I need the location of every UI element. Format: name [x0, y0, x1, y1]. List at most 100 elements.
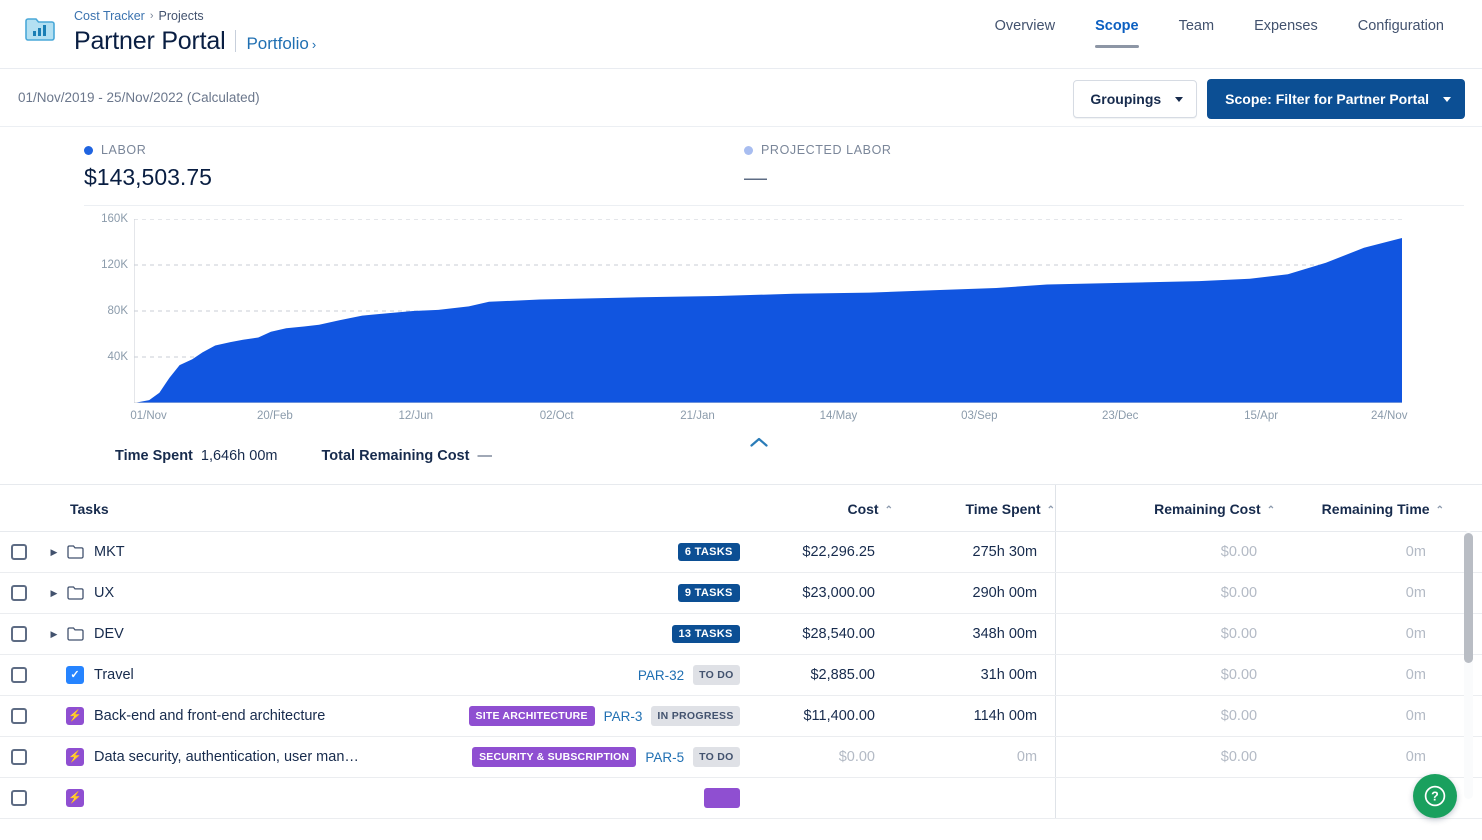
table-scrollbar-track[interactable]	[1464, 531, 1473, 799]
svg-text:?: ?	[1431, 790, 1439, 804]
task-name[interactable]: UX	[94, 585, 114, 601]
cell-time-spent	[893, 778, 1056, 819]
legend-projected-dot	[744, 146, 753, 155]
cell-remaining-time: 0m	[1275, 532, 1444, 573]
app-header: Cost Tracker › Projects Partner Portal P…	[0, 0, 1482, 68]
row-checkbox-cell	[0, 778, 38, 819]
row-checkbox[interactable]	[11, 708, 27, 724]
task-meta: 9 TASKS	[678, 584, 754, 602]
task-name[interactable]: Data security, authentication, user man…	[94, 749, 359, 765]
scope-filter-button-label: Scope: Filter for Partner Portal	[1225, 91, 1429, 107]
tab-scope[interactable]: Scope	[1075, 14, 1159, 48]
sort-caret-icon: ⌃	[1436, 505, 1444, 516]
x-axis-tick-label: 02/Oct	[540, 410, 574, 422]
status-badge: IN PROGRESS	[651, 706, 739, 726]
task-check-icon: ✓	[66, 666, 84, 684]
table-row-partial[interactable]: ▶⚡	[0, 778, 1482, 819]
cell-cost: $11,400.00	[754, 696, 893, 737]
groupings-button[interactable]: Groupings	[1073, 80, 1197, 118]
row-expand-toggle[interactable]: ▶	[42, 629, 66, 640]
row-checkbox[interactable]	[11, 544, 27, 560]
table-row[interactable]: ▶✓TravelPAR-32TO DO$2,885.0031h 00m$0.00…	[0, 655, 1482, 696]
cell-time-spent: 0m	[893, 737, 1056, 778]
task-cell: ▶✓TravelPAR-32TO DO	[38, 655, 754, 695]
breadcrumb-projects[interactable]: Projects	[159, 8, 204, 24]
chart-svg	[134, 219, 1402, 403]
task-name[interactable]: MKT	[94, 544, 125, 560]
portfolio-link[interactable]: Portfolio ›	[246, 34, 316, 54]
tab-expenses[interactable]: Expenses	[1234, 14, 1338, 48]
task-name[interactable]: Travel	[94, 667, 134, 683]
legend-labor-value: $143,503.75	[84, 164, 744, 191]
epic-bolt-icon: ⚡	[66, 748, 84, 766]
task-count-badge: 13 TASKS	[672, 625, 740, 643]
cell-cost: $28,540.00	[754, 614, 893, 655]
table-row[interactable]: ▶⚡Data security, authentication, user ma…	[0, 737, 1482, 778]
totals-row: Time Spent 1,646h 00m Total Remaining Co…	[18, 426, 1464, 484]
x-axis-tick-label: 23/Dec	[1102, 410, 1138, 422]
sort-caret-icon: ⌃	[885, 505, 893, 516]
task-name[interactable]: Back-end and front-end architecture	[94, 708, 325, 724]
issue-key-link[interactable]: PAR-32	[638, 668, 684, 683]
scope-filter-button[interactable]: Scope: Filter for Partner Portal	[1207, 79, 1465, 119]
row-expand-toggle[interactable]: ▶	[42, 588, 66, 599]
row-scroll-spacer	[1444, 737, 1482, 778]
row-expand-toggle[interactable]: ▶	[42, 547, 66, 558]
chart-section: LABOR $143,503.75 PROJECTED LABOR — 40K8…	[0, 127, 1482, 484]
row-checkbox-cell	[0, 532, 38, 573]
row-checkbox-cell	[0, 737, 38, 778]
epic-bolt-icon: ⚡	[66, 707, 84, 725]
tab-overview[interactable]: Overview	[975, 14, 1075, 48]
row-checkbox[interactable]	[11, 749, 27, 765]
row-checkbox[interactable]	[11, 790, 27, 806]
row-checkbox-cell	[0, 696, 38, 737]
header-time-spent[interactable]: Time Spent⌃	[893, 485, 1056, 532]
title-block: Cost Tracker › Projects Partner Portal P…	[74, 8, 316, 56]
row-scroll-spacer	[1444, 655, 1482, 696]
chevron-right-icon: ›	[312, 37, 316, 52]
legend-projected-head: PROJECTED LABOR	[744, 143, 892, 157]
chevron-up-icon[interactable]	[750, 436, 768, 451]
tab-configuration[interactable]: Configuration	[1338, 14, 1464, 48]
row-checkbox[interactable]	[11, 585, 27, 601]
chart-x-axis: 01/Nov20/Feb12/Jun02/Oct21/Jan14/May03/S…	[134, 410, 1402, 430]
cell-time-spent: 275h 30m	[893, 532, 1056, 573]
issue-key-link[interactable]: PAR-5	[645, 750, 684, 765]
task-meta: SECURITY & SUBSCRIPTIONPAR-5TO DO	[472, 747, 754, 767]
row-expand-spacer: ▶	[42, 711, 66, 722]
row-checkbox[interactable]	[11, 626, 27, 642]
tab-team[interactable]: Team	[1159, 14, 1234, 48]
header-remaining-time[interactable]: Remaining Time⌃	[1275, 485, 1444, 532]
epic-label-badge: SITE ARCHITECTURE	[469, 706, 595, 726]
table-row[interactable]: ▶MKT6 TASKS$22,296.25275h 30m$0.000m	[0, 532, 1482, 573]
row-scroll-spacer	[1444, 532, 1482, 573]
labor-area-chart[interactable]: 40K80K120K160K 01/Nov20/Feb12/Jun02/Oct2…	[18, 214, 1464, 426]
task-name[interactable]: DEV	[94, 626, 124, 642]
table-scrollbar-thumb[interactable]	[1464, 533, 1473, 663]
row-checkbox[interactable]	[11, 667, 27, 683]
tasks-table: Tasks Cost⌃ Time Spent⌃ Remaining Cost⌃ …	[0, 485, 1482, 819]
row-scroll-spacer	[1444, 614, 1482, 655]
row-checkbox-cell	[0, 655, 38, 696]
row-checkbox-cell	[0, 573, 38, 614]
row-task-cell: ▶⚡Data security, authentication, user ma…	[38, 737, 754, 778]
header-remaining-cost[interactable]: Remaining Cost⌃	[1056, 485, 1276, 532]
x-axis-tick-label: 14/May	[820, 410, 858, 422]
chevron-down-icon	[1443, 97, 1451, 102]
help-button[interactable]: ?	[1413, 774, 1457, 818]
row-task-cell: ▶ DEV 13 TASKS	[38, 614, 754, 655]
cell-cost: $23,000.00	[754, 573, 893, 614]
page-title: Partner Portal	[74, 26, 225, 56]
issue-key-link[interactable]: PAR-3	[604, 709, 643, 724]
cell-remaining-cost: $0.00	[1056, 655, 1276, 696]
table-row[interactable]: ▶UX9 TASKS$23,000.00290h 00m$0.000m	[0, 573, 1482, 614]
table-row[interactable]: ▶DEV13 TASKS$28,540.00348h 00m$0.000m	[0, 614, 1482, 655]
task-cell: ▶⚡	[38, 778, 754, 818]
header-cost[interactable]: Cost⌃	[754, 485, 893, 532]
cell-remaining-time: 0m	[1275, 655, 1444, 696]
cell-remaining-cost: $0.00	[1056, 532, 1276, 573]
x-axis-tick-label: 20/Feb	[257, 410, 293, 422]
chart-plot-area	[134, 219, 1402, 403]
table-row[interactable]: ▶⚡ Back-end and front-end architecture SIT…	[0, 696, 1482, 737]
breadcrumb-cost-tracker[interactable]: Cost Tracker	[74, 8, 145, 24]
